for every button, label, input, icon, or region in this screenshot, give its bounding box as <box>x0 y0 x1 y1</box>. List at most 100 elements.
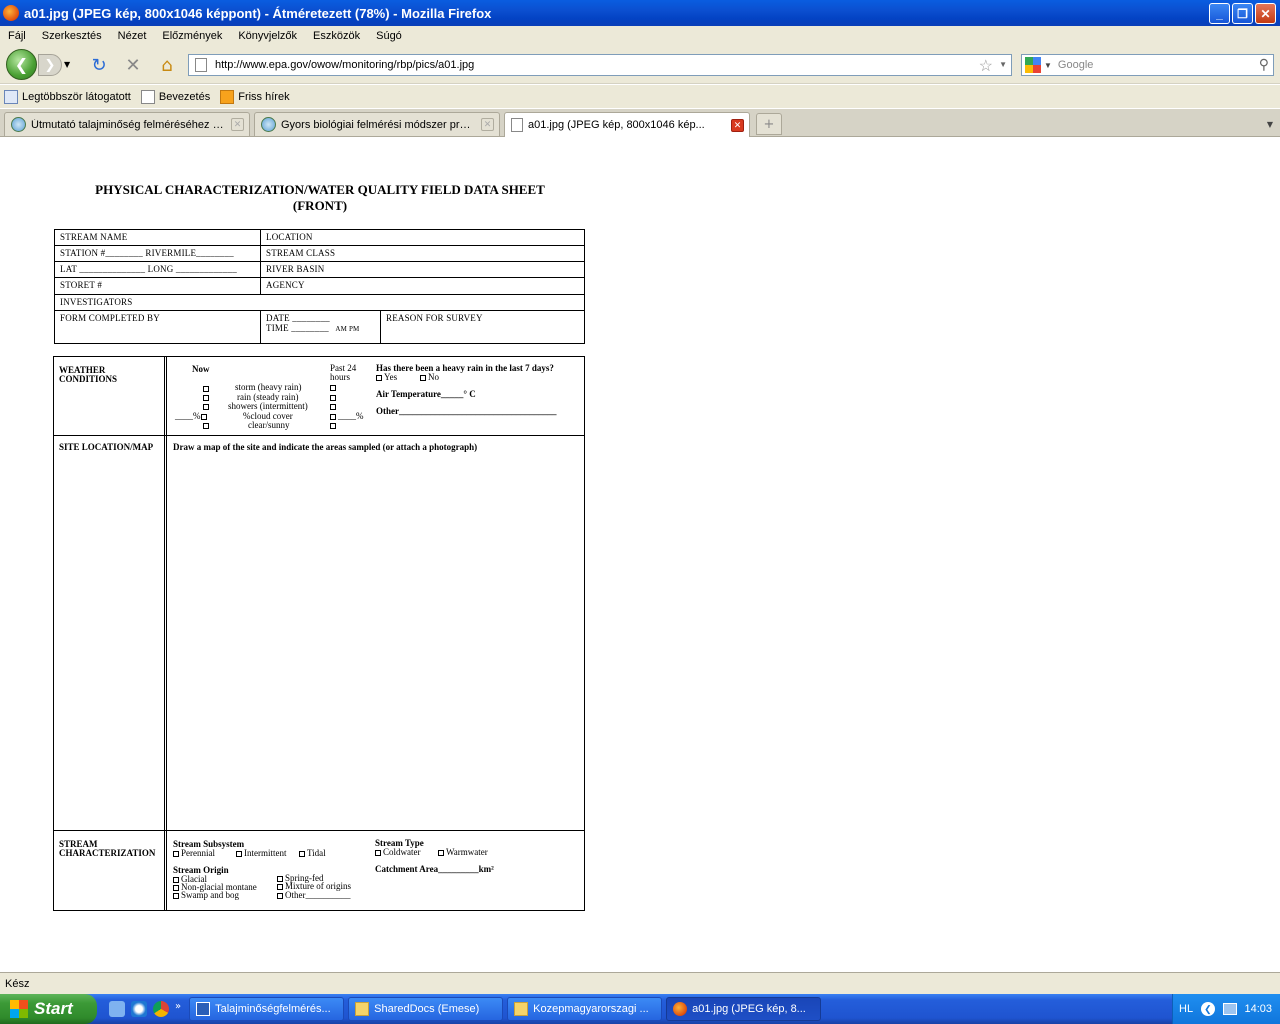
site-favicon-icon <box>261 117 276 132</box>
sheet-title-line1: PHYSICAL CHARACTERIZATION/WATER QUALITY … <box>95 182 545 197</box>
status-bar: Kész <box>0 972 1280 994</box>
taskbar-word-doc[interactable]: Talajminőségfelmérés... <box>189 997 345 1021</box>
heavy-rain-no[interactable]: No <box>420 372 439 382</box>
am-pm-field: AM PM <box>335 325 360 333</box>
window-titlebar: a01.jpg (JPEG kép, 800x1046 képpont) - Á… <box>0 0 1280 26</box>
no-label: No <box>428 372 439 382</box>
more-quick-launch-icon[interactable]: » <box>175 1001 181 1017</box>
bookmark-most-visited[interactable]: Legtöbbször látogatott <box>4 89 131 104</box>
map-instruction: Draw a map of the site and indicate the … <box>173 442 478 452</box>
subsystem-tidal[interactable]: Tidal <box>299 848 326 858</box>
restore-button[interactable]: ❐ <box>1232 3 1253 24</box>
reason-cell: REASON FOR SURVEY <box>386 313 483 323</box>
storet-cell: STORET # <box>55 278 261 295</box>
url-dropdown-icon[interactable]: ▼ <box>999 60 1007 69</box>
search-engine-dropdown-icon[interactable]: ▼ <box>1044 61 1052 70</box>
yes-label: Yes <box>384 372 398 382</box>
lat-long-cell: LAT ______________ LONG _____________ <box>55 262 261 278</box>
option-label: Other__________ <box>285 890 351 900</box>
option-label: Warmwater <box>446 847 488 857</box>
forward-button[interactable]: ❯ <box>38 54 62 76</box>
origin-swamp[interactable]: Swamp and bog <box>173 890 239 900</box>
tab-2[interactable]: Gyors biológiai felmérési módszer prot..… <box>254 112 500 136</box>
taskbar-shareddocs[interactable]: SharedDocs (Emese) <box>348 997 504 1021</box>
option-label: Coldwater <box>383 847 421 857</box>
firefox-icon <box>3 5 19 21</box>
menu-file[interactable]: Fájl <box>0 30 34 42</box>
internet-explorer-icon[interactable] <box>131 1001 147 1017</box>
page-icon <box>140 89 155 104</box>
type-warmwater[interactable]: Warmwater <box>438 847 488 857</box>
close-tab-icon[interactable]: ✕ <box>481 118 494 131</box>
history-dropdown-icon[interactable]: ▼ <box>64 60 70 69</box>
past-checkbox-storm[interactable] <box>330 382 338 392</box>
reload-icon[interactable]: ↻ <box>88 54 110 76</box>
back-button[interactable]: ❮ <box>6 49 37 80</box>
tab-list-dropdown-icon[interactable]: ▼ <box>1262 113 1278 135</box>
stop-icon[interactable]: ✕ <box>122 54 144 76</box>
stream-characterization-label: STREAM CHARACTERIZATION <box>59 839 156 858</box>
now-label: Now <box>192 364 210 374</box>
date-time-cell: DATE ________ TIME ________ AM PM <box>261 311 381 343</box>
menu-bookmarks[interactable]: Könyvjelzők <box>230 30 305 42</box>
tray-expand-icon[interactable]: ❮ <box>1200 1002 1215 1016</box>
quick-launch: » <box>109 1001 181 1017</box>
date-field: DATE ________ <box>266 313 330 323</box>
close-window-button[interactable]: ✕ <box>1255 3 1276 24</box>
page-icon <box>511 118 523 132</box>
past-checkbox-showers[interactable] <box>330 401 338 411</box>
location-cell: LOCATION <box>261 230 584 246</box>
home-icon[interactable]: ⌂ <box>156 54 178 76</box>
language-indicator[interactable]: HL <box>1179 1003 1193 1015</box>
page-icon <box>195 58 207 72</box>
past-checkbox-clear[interactable] <box>330 420 338 430</box>
search-box[interactable]: ▼ Google ⚲ <box>1021 54 1274 76</box>
chrome-icon[interactable] <box>153 1001 169 1017</box>
section-divider <box>164 356 167 911</box>
tab-label: Útmutató talajminőség felméréséhez m... <box>31 118 226 131</box>
now-checkbox-showers[interactable] <box>203 401 211 411</box>
condition-clear: clear/sunny <box>248 420 290 430</box>
option-label: Perennial <box>181 848 215 858</box>
close-tab-icon[interactable]: ✕ <box>231 118 244 131</box>
site-location-label: SITE LOCATION/MAP <box>59 442 154 452</box>
search-icon[interactable]: ⚲ <box>1259 56 1269 73</box>
url-text: http://www.epa.gov/owow/monitoring/rbp/p… <box>215 59 475 71</box>
type-coldwater[interactable]: Coldwater <box>375 847 421 857</box>
folder-icon <box>4 89 18 104</box>
system-tray: HL ❮ 14:03 <box>1172 994 1280 1024</box>
minimize-button[interactable]: _ <box>1209 3 1230 24</box>
menu-history[interactable]: Előzmények <box>154 30 230 42</box>
url-bar[interactable]: http://www.epa.gov/owow/monitoring/rbp/p… <box>188 54 1012 76</box>
status-text: Kész <box>5 977 30 990</box>
close-tab-icon[interactable]: ✕ <box>731 118 744 132</box>
stream-class-cell: STREAM CLASS <box>261 246 584 262</box>
rss-icon <box>220 89 235 104</box>
subsystem-perennial[interactable]: Perennial <box>173 848 215 858</box>
now-checkbox-clear[interactable] <box>203 420 211 430</box>
taskbar-label: a01.jpg (JPEG kép, 8... <box>692 1003 806 1015</box>
google-icon[interactable] <box>1025 57 1041 73</box>
navigation-toolbar: ❮ ❯ ▼ ↻ ✕ ⌂ http://www.epa.gov/owow/moni… <box>0 46 1280 84</box>
menu-help[interactable]: Súgó <box>368 30 410 42</box>
menu-view[interactable]: Nézet <box>110 30 155 42</box>
origin-other[interactable]: Other__________ <box>277 890 351 900</box>
start-button[interactable]: Start <box>0 994 97 1024</box>
tab-3-active[interactable]: a01.jpg (JPEG kép, 800x1046 kép... ✕ <box>504 112 750 137</box>
menu-edit[interactable]: Szerkesztés <box>34 30 110 42</box>
new-tab-button[interactable]: + <box>756 113 782 135</box>
tab-label: Gyors biológiai felmérési módszer prot..… <box>281 118 476 131</box>
bookmark-latest-headlines[interactable]: Friss hírek <box>220 89 290 104</box>
heavy-rain-yes[interactable]: Yes <box>376 372 397 382</box>
menu-tools[interactable]: Eszközök <box>305 30 368 42</box>
taskbar-folder[interactable]: Kozepmagyarorszagi ... <box>507 997 663 1021</box>
bookmark-star-icon[interactable]: ☆ <box>979 56 993 76</box>
folder-icon <box>355 1002 370 1016</box>
taskbar-firefox[interactable]: a01.jpg (JPEG kép, 8... <box>666 997 822 1021</box>
tab-1[interactable]: Útmutató talajminőség felméréséhez m... … <box>4 112 250 136</box>
bookmark-getting-started[interactable]: Bevezetés <box>140 89 210 104</box>
show-desktop-icon[interactable] <box>109 1001 125 1017</box>
form-completed-cell: FORM COMPLETED BY <box>55 311 261 343</box>
network-icon[interactable] <box>1222 1003 1237 1015</box>
subsystem-intermittent[interactable]: Intermittent <box>236 848 287 858</box>
